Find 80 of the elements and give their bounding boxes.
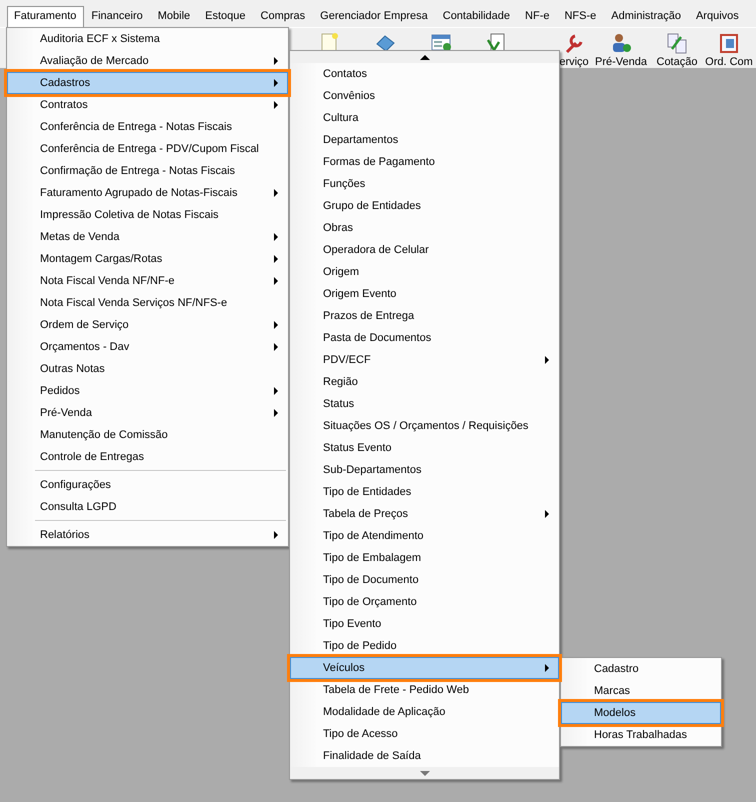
menu-item[interactable]: PDV/ECF	[290, 349, 559, 371]
menu-item[interactable]: Tipo de Documento	[290, 569, 559, 591]
menu-item[interactable]: Funções	[290, 173, 559, 195]
menu-item[interactable]: Pré-Venda	[7, 402, 288, 424]
menu-item[interactable]: Impressão Coletiva de Notas Fiscais	[7, 204, 288, 226]
menu-item[interactable]: Tipo de Acesso	[290, 723, 559, 745]
menu-item[interactable]: Relatórios	[7, 524, 288, 546]
document-icon	[718, 32, 740, 54]
menu-item[interactable]: Controle de Entregas	[7, 446, 288, 468]
menu-bar-item[interactable]: Administração	[604, 6, 689, 27]
menu-item[interactable]: Cadastro	[561, 658, 721, 680]
menu-item[interactable]: Tipo de Pedido	[290, 635, 559, 657]
menu-item[interactable]: Sub-Departamentos	[290, 459, 559, 481]
toolbar-button[interactable]: Pré-Venda	[592, 28, 650, 69]
scroll-down-icon[interactable]	[420, 770, 430, 776]
menu-item[interactable]: Nota Fiscal Venda Serviços NF/NFS-e	[7, 292, 288, 314]
menu-item[interactable]: Tipo de Orçamento	[290, 591, 559, 613]
menu-item[interactable]: Conferência de Entrega - PDV/Cupom Fiscal	[7, 138, 288, 160]
scroll-up-icon[interactable]	[420, 54, 430, 60]
menu-item[interactable]: Nota Fiscal Venda NF/NF-e	[7, 270, 288, 292]
menu-item[interactable]: Tabela de Preços	[290, 503, 559, 525]
menu-item[interactable]: Horas Trabalhadas	[561, 724, 721, 746]
menu-item[interactable]: Tabela de Frete - Pedido Web	[290, 679, 559, 701]
menu-item[interactable]: Situações OS / Orçamentos / Requisições	[290, 415, 559, 437]
menu-item[interactable]: Status	[290, 393, 559, 415]
menu-item[interactable]: Consulta LGPD	[7, 496, 288, 518]
menu-item[interactable]: Departamentos	[290, 129, 559, 151]
menu-bar-item[interactable]: Compras	[254, 6, 314, 27]
menu-bar-item[interactable]: NFS-e	[557, 6, 604, 27]
menu-item[interactable]: Tipo de Atendimento	[290, 525, 559, 547]
menu-item[interactable]: Veículos	[290, 657, 559, 679]
menu-item[interactable]: Avaliação de Mercado	[7, 50, 288, 72]
menu-item[interactable]: Pedidos	[7, 380, 288, 402]
menu-item[interactable]: Status Evento	[290, 437, 559, 459]
menu-item[interactable]: Contatos	[290, 63, 559, 85]
menu-bar-item[interactable]: Mobile	[150, 6, 198, 27]
menu-item[interactable]: Orçamentos - Dav	[7, 336, 288, 358]
menu-item[interactable]: Modalidade de Aplicação	[290, 701, 559, 723]
menu-item[interactable]: Metas de Venda	[7, 226, 288, 248]
menu-item[interactable]: Grupo de Entidades	[290, 195, 559, 217]
menu-bar-item[interactable]: Contabilidade	[436, 6, 518, 27]
menu-item[interactable]: Cadastros	[7, 72, 288, 94]
menu-item[interactable]: Formas de Pagamento	[290, 151, 559, 173]
menu-item[interactable]: Ordem de Serviço	[7, 314, 288, 336]
menu-bar-item[interactable]: Gerenciador Empresa	[313, 6, 436, 27]
menu-item[interactable]: Pasta de Documentos	[290, 327, 559, 349]
menu-item[interactable]: Prazos de Entrega	[290, 305, 559, 327]
menu-item[interactable]: Modelos	[561, 702, 721, 724]
menu-item[interactable]: Cultura	[290, 107, 559, 129]
menu-bar-item[interactable]: Faturamento	[7, 6, 84, 27]
menu-item[interactable]: Obras	[290, 217, 559, 239]
menu-item[interactable]: Contratos	[7, 94, 288, 116]
people-icon	[610, 32, 632, 54]
menu-bar-item[interactable]: Financeiro	[84, 6, 151, 27]
menu-item[interactable]: Outras Notas	[7, 358, 288, 380]
wrench-icon	[563, 32, 585, 54]
toolbar-button[interactable]: Cotação	[650, 28, 704, 69]
menu-item[interactable]: Finalidade de Saída	[290, 745, 559, 767]
documents-icon	[666, 32, 688, 54]
menu-item[interactable]: Auditoria ECF x Sistema	[7, 28, 288, 50]
menu-item[interactable]: Origem Evento	[290, 283, 559, 305]
menu-item[interactable]: Tipo de Embalagem	[290, 547, 559, 569]
menu-item[interactable]: Operadora de Celular	[290, 239, 559, 261]
menu-item[interactable]: Manutenção de Comissão	[7, 424, 288, 446]
menu-item[interactable]: Convênios	[290, 85, 559, 107]
menu-bar-item[interactable]: Arquivos	[688, 6, 747, 27]
menu-item[interactable]: Tipo Evento	[290, 613, 559, 635]
menu-item[interactable]: Tipo de Entidades	[290, 481, 559, 503]
toolbar-button[interactable]: Ord. Com	[704, 28, 754, 69]
menu-bar-item[interactable]: NF-e	[518, 6, 558, 27]
toolbar-button[interactable]: erviço	[556, 28, 592, 69]
menu-item[interactable]: Confirmação de Entrega - Notas Fiscais	[7, 160, 288, 182]
menu-item[interactable]: Montagem Cargas/Rotas	[7, 248, 288, 270]
menu-item[interactable]: Conferência de Entrega - Notas Fiscais	[7, 116, 288, 138]
menu-item[interactable]: Origem	[290, 261, 559, 283]
menu-item[interactable]: Região	[290, 371, 559, 393]
menu-bar-item[interactable]: Estoque	[198, 6, 254, 27]
menu-item[interactable]: Faturamento Agrupado de Notas-Fiscais	[7, 182, 288, 204]
menu-item[interactable]: Marcas	[561, 680, 721, 702]
menu-item[interactable]: Configurações	[7, 474, 288, 496]
